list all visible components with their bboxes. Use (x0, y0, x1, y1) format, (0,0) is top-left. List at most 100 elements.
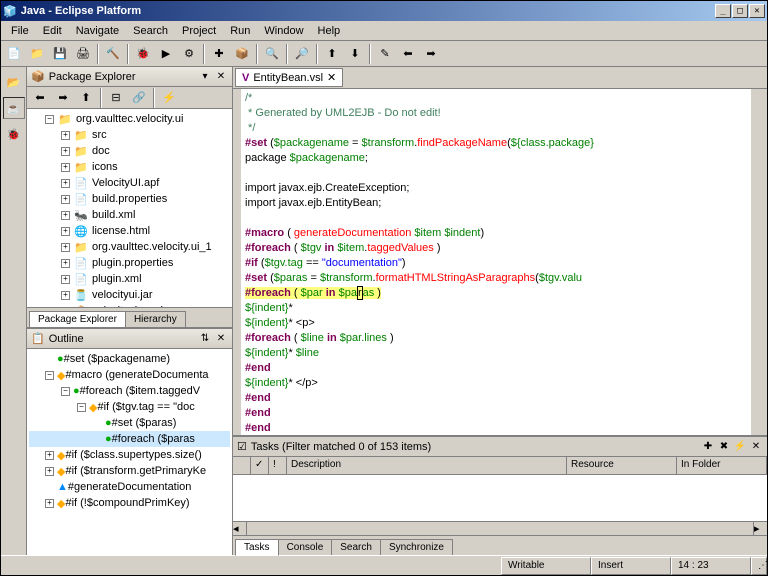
new-class-icon[interactable]: ✚ (208, 43, 230, 65)
maximize-button[interactable]: □ (732, 4, 748, 18)
outline-icon: 📋 (31, 332, 45, 345)
main-toolbar: 📄 📁 💾 🖨 🔨 🐞 ▶ ⚙ ✚ 📦 🔍 🔎 ⬆ ⬇ ✎ ⬅ ➡ (1, 41, 767, 67)
last-edit-icon[interactable]: ✎ (374, 43, 396, 65)
tree-item[interactable]: +🫙velocityui.jar (29, 287, 230, 303)
outline-item[interactable]: −◆ #macro (generateDocumenta (29, 367, 230, 383)
forward-icon[interactable]: ➡ (420, 43, 442, 65)
tab-close-icon[interactable]: ✕ (327, 71, 336, 84)
tree-item[interactable]: +📄plugin.xml (29, 271, 230, 287)
debug-icon[interactable]: 🐞 (132, 43, 154, 65)
outline-close-icon[interactable]: ✕ (214, 332, 228, 346)
tasks-col[interactable]: ✓ (251, 457, 269, 474)
menu-run[interactable]: Run (224, 23, 256, 39)
run-ext-icon[interactable]: ⚙ (178, 43, 200, 65)
tree-item[interactable]: +🌐license.html (29, 223, 230, 239)
menu-window[interactable]: Window (258, 23, 309, 39)
perspective-bar: 📂 ☕ 🐞 (1, 67, 27, 555)
outline-item[interactable]: ● #foreach ($paras (29, 431, 230, 447)
tasks-icon: ☑ (237, 440, 247, 453)
outline-item[interactable]: −◆ #if ($tgv.tag == "doc (29, 399, 230, 415)
close-button[interactable]: ✕ (749, 4, 765, 18)
debug-perspective-icon[interactable]: 🐞 (3, 123, 25, 145)
outline-item[interactable]: +◆ #if ($class.supertypes.size() (29, 447, 230, 463)
editor-tab-label: EntityBean.vsl (253, 72, 323, 84)
tasks-col[interactable]: In Folder (677, 457, 767, 474)
editor-tab[interactable]: V EntityBean.vsl ✕ (235, 68, 343, 87)
up-nav-icon[interactable]: ⬆ (75, 87, 97, 109)
tree-item[interactable]: +📄build.properties (29, 191, 230, 207)
scroll-left-icon[interactable]: ◂ (233, 522, 247, 535)
tab-console[interactable]: Console (278, 539, 333, 555)
outline-item[interactable]: +◆ #if (!$compoundPrimKey) (29, 495, 230, 511)
pkg-explorer-title: Package Explorer (49, 71, 198, 83)
menu-help[interactable]: Help (312, 23, 347, 39)
back-icon[interactable]: ⬅ (397, 43, 419, 65)
menu-project[interactable]: Project (176, 23, 222, 39)
package-tree[interactable]: −📁org.vaulttec.velocity.ui+📁src+📁doc+📁ic… (27, 109, 232, 307)
tasks-new-icon[interactable]: ✚ (701, 440, 715, 454)
menu-search[interactable]: Search (127, 23, 174, 39)
tree-item[interactable]: +📁icons (29, 159, 230, 175)
filter-icon[interactable]: ⚡ (158, 87, 180, 109)
outline-item[interactable]: ▲ #generateDocumentation (29, 479, 230, 495)
tasks-close-icon[interactable]: ✕ (749, 440, 763, 454)
tree-item[interactable]: +📁src (29, 127, 230, 143)
tab-search[interactable]: Search (331, 539, 381, 555)
menu-edit[interactable]: Edit (37, 23, 68, 39)
outline-item[interactable]: −● #foreach ($item.taggedV (29, 383, 230, 399)
annotation-prev-icon[interactable]: ⬆ (321, 43, 343, 65)
search-icon[interactable]: 🔎 (291, 43, 313, 65)
menu-file[interactable]: File (5, 23, 35, 39)
tasks-col[interactable]: ! (269, 457, 287, 474)
app-icon: 🧊 (3, 5, 17, 18)
tree-item[interactable]: +📁doc (29, 143, 230, 159)
tab-tasks[interactable]: Tasks (235, 539, 279, 556)
outline-sort-icon[interactable]: ⇅ (198, 332, 212, 346)
menubar: FileEditNavigateSearchProjectRunWindowHe… (1, 21, 767, 41)
tasks-col[interactable]: Description (287, 457, 567, 474)
tasks-body[interactable] (233, 475, 767, 521)
tree-item[interactable]: +📄plugin.properties (29, 255, 230, 271)
window-title: Java - Eclipse Platform (21, 5, 715, 17)
resize-grip-icon[interactable]: ⋰ (751, 557, 767, 575)
annotation-next-icon[interactable]: ⬇ (344, 43, 366, 65)
tab-synchronize[interactable]: Synchronize (380, 539, 453, 555)
outline-item[interactable]: +◆ #if ($transform.getPrimaryKe (29, 463, 230, 479)
save-icon[interactable]: 💾 (49, 43, 71, 65)
view-menu-icon[interactable]: ▾ (198, 70, 212, 84)
build-icon[interactable]: 🔨 (102, 43, 124, 65)
scroll-right-icon[interactable]: ▸ (753, 522, 767, 535)
new-pkg-icon[interactable]: 📦 (231, 43, 253, 65)
menu-navigate[interactable]: Navigate (70, 23, 125, 39)
tasks-title: Tasks (Filter matched 0 of 153 items) (251, 441, 701, 453)
outline-title: Outline (49, 333, 198, 345)
print-icon[interactable]: 🖨 (72, 43, 94, 65)
tasks-col[interactable]: Resource (567, 457, 677, 474)
tab-pkg-explorer[interactable]: Package Explorer (29, 311, 126, 328)
tree-item[interactable]: +📄VelocityUI.apf (29, 175, 230, 191)
tasks-col[interactable] (233, 457, 251, 474)
collapse-icon[interactable]: ⊟ (105, 87, 127, 109)
back-nav-icon[interactable]: ⬅ (29, 87, 51, 109)
java-perspective-icon[interactable]: ☕ (3, 97, 25, 119)
view-close-icon[interactable]: ✕ (214, 70, 228, 84)
tree-item[interactable]: +📁org.vaulttec.velocity.ui_1 (29, 239, 230, 255)
fwd-nav-icon[interactable]: ➡ (52, 87, 74, 109)
open-perspective-icon[interactable]: 📂 (3, 71, 25, 93)
outline-tree[interactable]: ● #set ($packagename)−◆ #macro (generate… (27, 349, 232, 555)
code-editor[interactable]: /* * Generated by UML2EJB - Do not edit!… (233, 89, 767, 435)
tab-hierarchy[interactable]: Hierarchy (125, 311, 186, 327)
link-icon[interactable]: 🔗 (128, 87, 150, 109)
new-icon[interactable]: 📄 (3, 43, 25, 65)
minimize-button[interactable]: _ (715, 4, 731, 18)
status-position: 14 : 23 (671, 557, 751, 575)
tasks-filter-icon[interactable]: ⚡ (733, 440, 747, 454)
run-icon[interactable]: ▶ (155, 43, 177, 65)
folder-icon[interactable]: 📁 (26, 43, 48, 65)
outline-item[interactable]: ● #set ($packagename) (29, 351, 230, 367)
outline-item[interactable]: ● #set ($paras) (29, 415, 230, 431)
open-type-icon[interactable]: 🔍 (261, 43, 283, 65)
tree-item[interactable]: +🐜build.xml (29, 207, 230, 223)
status-insert: Insert (591, 557, 671, 575)
tasks-del-icon[interactable]: ✖ (717, 440, 731, 454)
